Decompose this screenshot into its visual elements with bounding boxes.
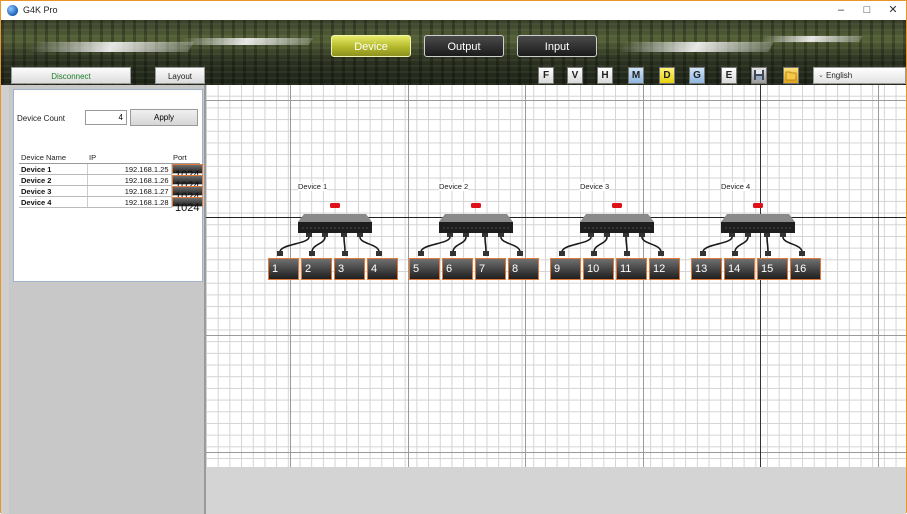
save-icon[interactable]: [751, 67, 767, 84]
folder-icon[interactable]: [783, 67, 799, 84]
output-port-tile[interactable]: 16: [790, 258, 821, 280]
device-count-input[interactable]: 4: [85, 110, 127, 125]
tab-input[interactable]: Input: [517, 35, 597, 57]
column-header: Device Name: [19, 151, 87, 164]
banner-decoration: [759, 36, 863, 42]
tool-g-button[interactable]: G: [689, 67, 705, 84]
device-switch-icon[interactable]: [268, 200, 408, 260]
close-button[interactable]: ✕: [881, 1, 905, 20]
output-port-tile[interactable]: 8: [508, 258, 539, 280]
output-port-tile[interactable]: 12: [649, 258, 680, 280]
tool-e-button[interactable]: E: [721, 67, 737, 84]
output-port-tile[interactable]: 3: [334, 258, 365, 280]
grid-line: [206, 335, 906, 336]
output-port-tile[interactable]: 7: [475, 258, 506, 280]
tab-output[interactable]: Output: [424, 35, 504, 57]
language-select[interactable]: ⌄ English: [813, 67, 906, 84]
device-name-cell: Device 3: [19, 185, 88, 197]
app-logo-icon: [7, 5, 18, 16]
window-title: G4K Pro: [23, 5, 58, 15]
device-switch-icon[interactable]: [691, 200, 831, 260]
device-name-cell: Device 4: [19, 196, 88, 208]
device-label: Device 1: [298, 182, 328, 191]
table-header-row: Device Name IP Port: [19, 151, 200, 164]
output-port-tile[interactable]: 11: [616, 258, 647, 280]
device-name-cell: Device 2: [19, 174, 88, 186]
disconnect-button[interactable]: Disconnect: [11, 67, 131, 84]
banner-decoration: [178, 38, 314, 45]
output-port-tile[interactable]: 1: [268, 258, 299, 280]
device-ip-cell: 192.168.1.28: [87, 196, 172, 208]
device-table: Device Name IP Port Device 1 192.168.1.2…: [19, 151, 203, 214]
output-port-tile[interactable]: 6: [442, 258, 473, 280]
device-name-cell: Device 1: [19, 163, 88, 175]
device-count-label: Device Count: [17, 114, 66, 123]
device-label: Device 2: [439, 182, 469, 191]
apply-button[interactable]: Apply: [130, 109, 198, 126]
left-panel: Device Count 4 Apply Device Name IP Port…: [9, 85, 206, 514]
output-port-tile[interactable]: 5: [409, 258, 440, 280]
device-switch-icon[interactable]: [409, 200, 549, 260]
output-port-tile[interactable]: 15: [757, 258, 788, 280]
device-port-cell: 1024: [171, 164, 203, 181]
device-port-cell: 1024: [171, 174, 203, 192]
device-port-cell: 1024: [171, 196, 203, 214]
table-row[interactable]: Device 2 192.168.1.26 1024: [19, 174, 203, 192]
device-switch-icon[interactable]: [550, 200, 690, 260]
column-header: Port: [171, 151, 200, 164]
header-banner: Disconnect Layout Device Output Input F …: [1, 20, 906, 85]
device-port-cell: 1024: [171, 185, 203, 203]
grid-line: [206, 100, 906, 101]
minimize-button[interactable]: –: [829, 1, 853, 20]
table-row[interactable]: Device 4 192.168.1.28 1024: [19, 196, 203, 214]
language-value: English: [826, 71, 853, 80]
tool-m-button[interactable]: M: [628, 67, 644, 84]
output-port-tile[interactable]: 13: [691, 258, 722, 280]
table-row[interactable]: Device 3 192.168.1.27 1024: [19, 185, 203, 203]
output-port-tile[interactable]: 10: [583, 258, 614, 280]
table-row[interactable]: Device 1 192.168.1.25 1024: [19, 163, 203, 181]
tool-h-button[interactable]: H: [597, 67, 613, 84]
tab-device[interactable]: Device: [331, 35, 411, 57]
layout-button[interactable]: Layout: [155, 67, 205, 84]
output-port-tile[interactable]: 2: [301, 258, 332, 280]
tool-v-button[interactable]: V: [567, 67, 583, 84]
tool-f-button[interactable]: F: [538, 67, 554, 84]
grid-line: [878, 85, 879, 467]
banner-decoration: [28, 42, 194, 52]
banner-decoration: [618, 42, 774, 52]
maximize-button[interactable]: □: [855, 1, 879, 20]
canvas-footer: [206, 467, 906, 514]
chevron-down-icon: ⌄: [818, 72, 824, 79]
output-port-tile[interactable]: 14: [724, 258, 755, 280]
output-port-tile[interactable]: 4: [367, 258, 398, 280]
panel-gutter: [1, 85, 9, 514]
device-ip-cell: 192.168.1.27: [87, 185, 172, 197]
device-ip-cell: 192.168.1.26: [87, 174, 172, 186]
device-ip-cell: 192.168.1.25: [87, 163, 172, 175]
grid-line: [206, 452, 906, 453]
layout-canvas[interactable]: Device 1 1 2 3 4 Device 2 5 6 7 8 Device 3 9 10 11 12 D…: [206, 85, 906, 467]
device-label: Device 3: [580, 182, 610, 191]
tool-d-button[interactable]: D: [659, 67, 675, 84]
output-port-tile[interactable]: 9: [550, 258, 581, 280]
column-header: IP: [87, 151, 171, 164]
device-label: Device 4: [721, 182, 751, 191]
title-bar: G4K Pro – □ ✕: [1, 1, 906, 20]
device-settings-box: Device Count 4 Apply Device Name IP Port…: [13, 89, 203, 282]
